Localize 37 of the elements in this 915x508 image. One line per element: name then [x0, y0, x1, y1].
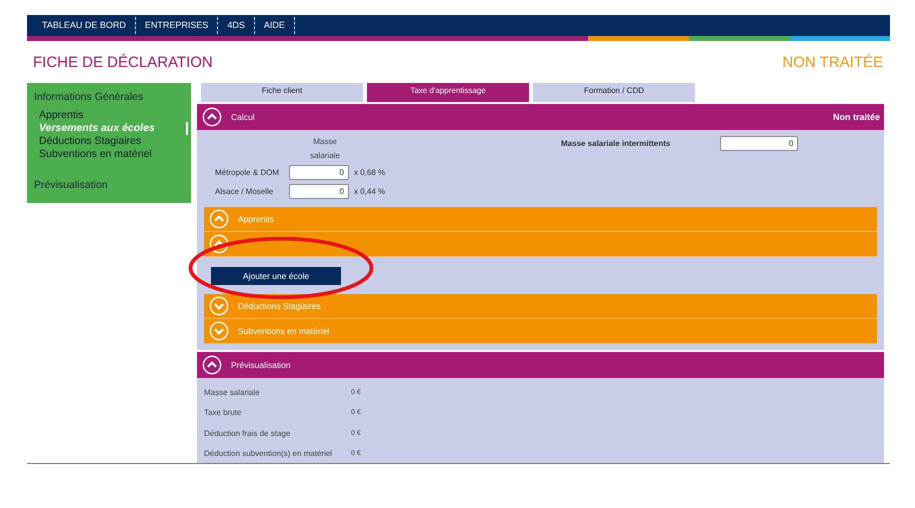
add-school-button[interactable]: Ajouter une école	[211, 266, 341, 284]
section-header[interactable]: Calcul Non traitée	[197, 104, 884, 130]
page-title: FICHE DE DÉCLARATION	[33, 54, 213, 70]
summary-label: Déduction frais de stage	[204, 428, 292, 438]
tab[interactable]: Formation / CDD	[533, 83, 695, 102]
input-field[interactable]: 0	[720, 136, 798, 151]
rate-label: x 0,68 %	[354, 168, 386, 177]
status-label: NON TRAITÉE	[782, 54, 883, 70]
input-field[interactable]: 0	[289, 165, 349, 180]
nav-link[interactable]: TABLEAU DE BORD	[33, 17, 136, 34]
sidebar-item[interactable]: Subventions en matériel	[39, 148, 188, 161]
section-title: Prévisualisation	[231, 360, 291, 370]
field-label: Masse salariale intermittents	[561, 139, 670, 148]
summary-label: Masse salariale	[204, 388, 261, 397]
field-label: Métropole & DOM	[215, 168, 280, 177]
section-header[interactable]: Prévisualisation	[197, 352, 884, 378]
section-title: Apprentis	[238, 214, 274, 224]
section-bar[interactable]	[204, 232, 877, 257]
sidebar-item[interactable]: Informations Générales	[34, 91, 191, 103]
tab[interactable]: Fiche client	[201, 83, 363, 102]
column-header: Masse salariale	[309, 136, 341, 162]
nav-link[interactable]: AIDE	[254, 17, 295, 34]
summary-label: Taxe brute	[204, 408, 242, 418]
nav-link[interactable]: 4DS	[218, 17, 255, 34]
input-field[interactable]: 0	[289, 184, 349, 199]
field-label: Alsace / Moselle	[215, 187, 274, 196]
sidebar-item[interactable]: Apprentis	[39, 109, 188, 122]
tab[interactable]: Taxe d'apprentissage	[367, 83, 529, 102]
sidebar-item[interactable]: Prévisualisation	[34, 179, 191, 191]
section-title: Subventions en matériel	[238, 326, 330, 336]
summary-label: Déduction subvention(s) en matériel	[204, 449, 334, 458]
nav-link[interactable]: ENTREPRISES	[136, 17, 218, 34]
rate-label: x 0,44 %	[354, 187, 386, 196]
sidebar-item[interactable]: Déductions Stagiaires	[39, 135, 188, 148]
section-status: Non traitée	[832, 112, 880, 122]
section-title: Calcul	[231, 112, 255, 122]
section-title: Déductions Stagiaires	[238, 301, 321, 311]
